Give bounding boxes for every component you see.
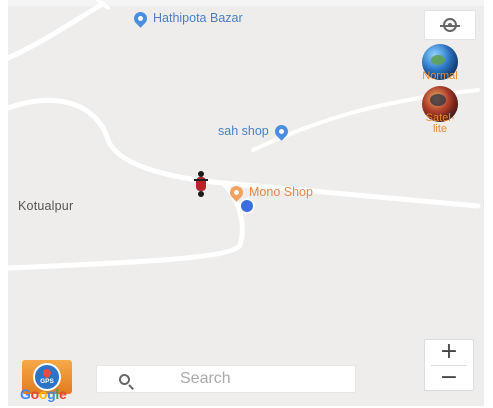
- search-bar[interactable]: [96, 365, 356, 393]
- zoom-out-button[interactable]: −: [425, 366, 473, 391]
- zoom-in-button[interactable]: +: [425, 340, 473, 365]
- location-pin-icon: [131, 8, 150, 28]
- gps-pin-icon: [41, 367, 53, 379]
- my-location-dot: [241, 200, 253, 212]
- poi-mono-shop[interactable]: Mono Shop: [227, 182, 313, 202]
- location-pin-icon: [272, 121, 291, 141]
- zoom-controls: + −: [424, 339, 474, 391]
- poi-label: Mono Shop: [249, 185, 313, 199]
- google-attribution: Google: [20, 386, 67, 402]
- road-northwest: [8, 1, 106, 61]
- layer-normal-label[interactable]: Normal: [410, 71, 470, 82]
- poi-hathipota-bazar[interactable]: Hathipota Bazar: [131, 8, 243, 28]
- layer-satellite-label[interactable]: Satel- lite: [410, 113, 470, 135]
- poi-label: sah shop: [218, 124, 269, 138]
- my-location-button[interactable]: [424, 10, 476, 40]
- poi-label: Hathipota Bazar: [153, 11, 243, 25]
- motorbike-icon[interactable]: [194, 171, 208, 197]
- location-pin-icon: [227, 182, 246, 202]
- crosshair-icon: [440, 18, 460, 32]
- map-view[interactable]: Hathipota Bazar sah shop Mono Shop Kotua…: [8, 0, 484, 406]
- search-input[interactable]: [180, 370, 350, 388]
- search-icon: [119, 373, 130, 385]
- poi-sah-shop[interactable]: sah shop: [218, 121, 291, 141]
- place-label-kotualpur: Kotualpur: [18, 199, 74, 213]
- gps-label: GPS: [40, 378, 54, 385]
- road-west-curve: [8, 97, 226, 186]
